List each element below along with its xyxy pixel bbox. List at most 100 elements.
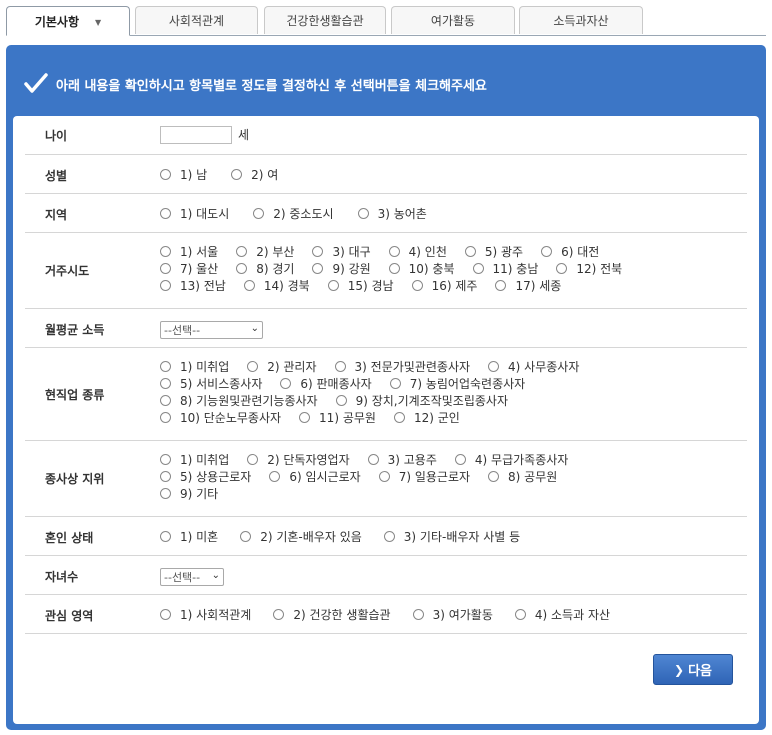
radio-button[interactable]: [160, 280, 171, 291]
radio-button[interactable]: [541, 246, 553, 257]
radio-button[interactable]: [388, 263, 400, 274]
radio-button[interactable]: [488, 471, 500, 482]
employment-option[interactable]: 8) 공무원: [488, 468, 557, 485]
region-option[interactable]: 3) 농어촌: [357, 205, 427, 222]
occupation-option[interactable]: 4) 사무종사자: [488, 358, 579, 375]
interest-option[interactable]: 4) 소득과 자산: [514, 606, 610, 623]
radio-button[interactable]: [269, 471, 281, 482]
occupation-option[interactable]: 9) 장치,기계조작및조립종사자: [335, 392, 508, 409]
next-button[interactable]: ❯ 다음: [653, 654, 733, 685]
marital-option[interactable]: 1) 미혼: [160, 528, 218, 545]
radio-button[interactable]: [240, 531, 252, 542]
radio-button[interactable]: [556, 263, 568, 274]
province-option[interactable]: 9) 강원: [312, 260, 371, 277]
gender-option[interactable]: 2) 여: [231, 166, 278, 183]
radio-button[interactable]: [388, 246, 400, 257]
radio-button[interactable]: [231, 169, 243, 180]
occupation-option[interactable]: 5) 서비스종사자: [160, 375, 262, 392]
employment-option[interactable]: 4) 무급가족종사자: [454, 451, 568, 468]
radio-button[interactable]: [327, 280, 339, 291]
occupation-option[interactable]: 1) 미취업: [160, 358, 229, 375]
radio-button[interactable]: [334, 361, 346, 372]
province-option[interactable]: 16) 제주: [411, 277, 477, 294]
tab-income-assets[interactable]: 소득과자산: [519, 6, 643, 34]
radio-button[interactable]: [160, 488, 171, 499]
province-option[interactable]: 11) 충남: [472, 260, 538, 277]
radio-button[interactable]: [357, 208, 369, 219]
marital-option[interactable]: 3) 기타-배우자 사별 등: [383, 528, 520, 545]
employment-option[interactable]: 5) 상용근로자: [160, 468, 251, 485]
radio-button[interactable]: [367, 454, 379, 465]
tab-social-relations[interactable]: 사회적관계: [135, 6, 258, 34]
tab-healthy-habits[interactable]: 건강한생활습관: [264, 6, 386, 34]
radio-button[interactable]: [378, 471, 390, 482]
radio-button[interactable]: [236, 263, 248, 274]
radio-button[interactable]: [160, 609, 171, 620]
province-option[interactable]: 7) 울산: [160, 260, 218, 277]
interest-option[interactable]: 2) 건강한 생활습관: [273, 606, 391, 623]
radio-button[interactable]: [411, 280, 423, 291]
occupation-option[interactable]: 11) 공무원: [299, 409, 376, 426]
radio-button[interactable]: [312, 263, 324, 274]
occupation-option[interactable]: 10) 단순노무종사자: [160, 409, 281, 426]
radio-button[interactable]: [160, 263, 171, 274]
province-option[interactable]: 4) 인천: [388, 243, 447, 260]
radio-button[interactable]: [454, 454, 466, 465]
employment-option[interactable]: 9) 기타: [160, 485, 218, 502]
radio-button[interactable]: [488, 361, 500, 372]
radio-button[interactable]: [383, 531, 395, 542]
radio-button[interactable]: [389, 378, 401, 389]
radio-button[interactable]: [514, 609, 526, 620]
radio-button[interactable]: [247, 454, 259, 465]
radio-button[interactable]: [312, 246, 324, 257]
province-option[interactable]: 1) 서울: [160, 243, 218, 260]
radio-button[interactable]: [247, 361, 259, 372]
radio-button[interactable]: [412, 609, 424, 620]
province-option[interactable]: 15) 경남: [327, 277, 394, 294]
province-option[interactable]: 10) 충북: [388, 260, 455, 277]
radio-button[interactable]: [160, 531, 171, 542]
radio-button[interactable]: [335, 395, 347, 406]
radio-button[interactable]: [160, 412, 171, 423]
employment-option[interactable]: 2) 단독자영업자: [247, 451, 350, 468]
radio-button[interactable]: [280, 378, 292, 389]
marital-option[interactable]: 2) 기혼-배우자 있음: [240, 528, 362, 545]
radio-button[interactable]: [273, 609, 285, 620]
tab-leisure[interactable]: 여가활동: [391, 6, 515, 34]
radio-button[interactable]: [160, 208, 171, 219]
radio-button[interactable]: [464, 246, 476, 257]
income-select[interactable]: --선택-- ⌄: [160, 321, 263, 339]
occupation-option[interactable]: 3) 전문가및관련종사자: [334, 358, 470, 375]
province-option[interactable]: 17) 세종: [495, 277, 561, 294]
province-option[interactable]: 5) 광주: [464, 243, 523, 260]
radio-button[interactable]: [160, 471, 171, 482]
radio-button[interactable]: [160, 378, 171, 389]
province-option[interactable]: 12) 전북: [556, 260, 622, 277]
province-option[interactable]: 3) 대구: [312, 243, 371, 260]
employment-option[interactable]: 6) 임시근로자: [269, 468, 361, 485]
children-select[interactable]: --선택-- ⌄: [160, 568, 224, 586]
province-option[interactable]: 8) 경기: [236, 260, 294, 277]
region-option[interactable]: 2) 중소도시: [253, 205, 334, 222]
radio-button[interactable]: [160, 454, 171, 465]
employment-option[interactable]: 3) 고용주: [367, 451, 437, 468]
interest-option[interactable]: 1) 사회적관계: [160, 606, 251, 623]
radio-button[interactable]: [495, 280, 507, 291]
age-input[interactable]: [160, 125, 232, 144]
province-option[interactable]: 2) 부산: [236, 243, 294, 260]
occupation-option[interactable]: 7) 농림어업숙련종사자: [389, 375, 525, 392]
province-option[interactable]: 13) 전남: [160, 277, 226, 294]
province-option[interactable]: 6) 대전: [541, 243, 599, 260]
region-option[interactable]: 1) 대도시: [160, 205, 229, 222]
radio-button[interactable]: [160, 361, 171, 372]
radio-button[interactable]: [160, 169, 171, 180]
interest-option[interactable]: 3) 여가활동: [412, 606, 493, 623]
radio-button[interactable]: [243, 280, 255, 291]
radio-button[interactable]: [160, 246, 171, 257]
occupation-option[interactable]: 2) 관리자: [247, 358, 317, 375]
radio-button[interactable]: [236, 246, 248, 257]
employment-option[interactable]: 7) 일용근로자: [378, 468, 470, 485]
radio-button[interactable]: [472, 263, 484, 274]
radio-button[interactable]: [393, 412, 405, 423]
employment-option[interactable]: 1) 미취업: [160, 451, 229, 468]
